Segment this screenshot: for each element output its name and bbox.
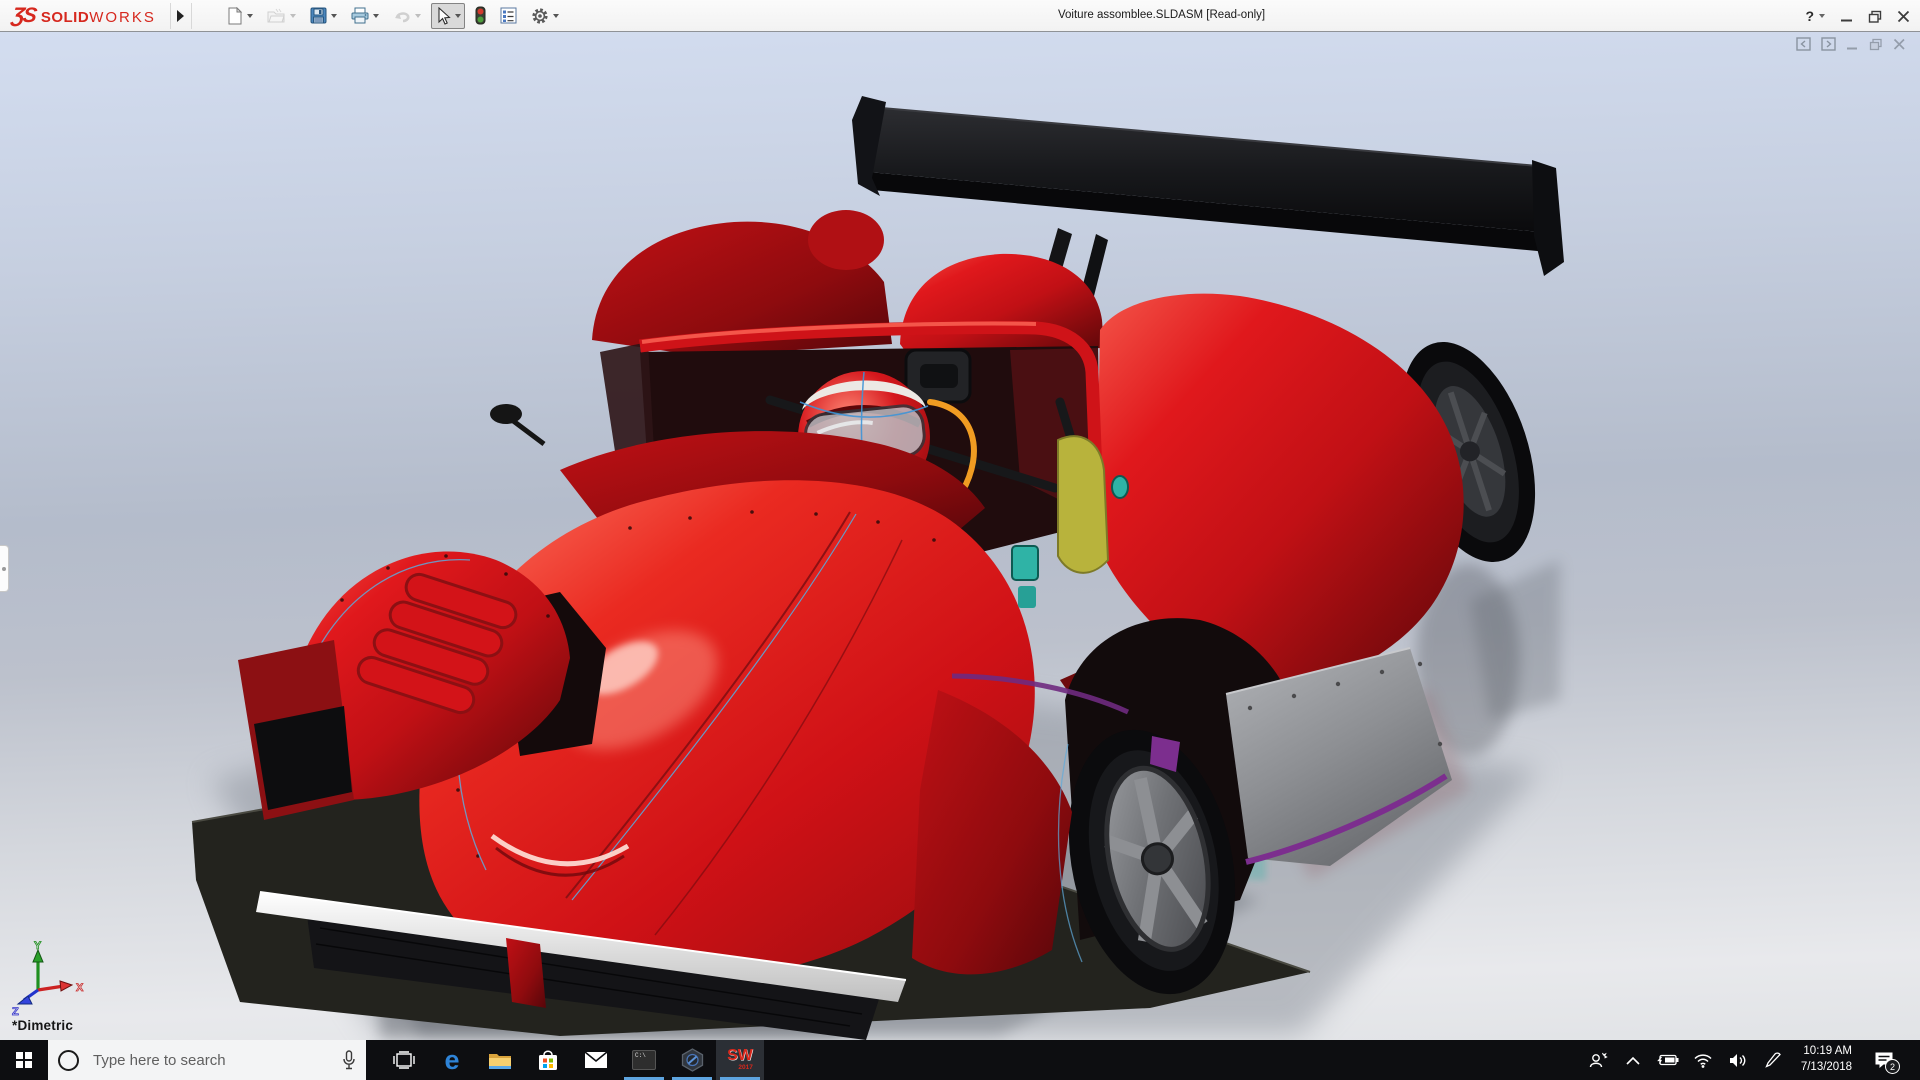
minimize-button[interactable] <box>1840 10 1853 23</box>
volume-button[interactable] <box>1725 1040 1751 1080</box>
clock-date: 7/13/2018 <box>1801 1060 1852 1076</box>
dropdown-caret-icon <box>415 14 421 18</box>
flyout-arrow-icon <box>177 10 184 22</box>
windows-logo-icon <box>16 1052 32 1068</box>
gear-icon <box>531 7 549 25</box>
graphics-viewport[interactable]: Y X Z *Dimetric <box>0 32 1920 1040</box>
save-floppy-icon <box>310 7 327 24</box>
task-view-button[interactable] <box>380 1040 428 1080</box>
save-button[interactable] <box>306 3 341 29</box>
command-prompt-icon: C:\ <box>632 1050 656 1070</box>
action-center-button[interactable]: 2 <box>1867 1040 1901 1080</box>
taskbar-app-buttons: e C:\ SW 2017 <box>380 1040 764 1080</box>
select-cursor-icon <box>435 7 451 25</box>
new-document-button[interactable] <box>222 3 257 29</box>
pen-button[interactable] <box>1760 1040 1786 1080</box>
windows-taskbar: e C:\ SW 2017 <box>0 1040 1920 1080</box>
dropdown-caret-icon[interactable] <box>373 14 379 18</box>
edge-icon: e <box>444 1047 459 1074</box>
window-controls: ? <box>1805 0 1910 32</box>
solidworks-window: ƷS SOLIDWORKS <box>0 0 1920 1080</box>
task-view-icon <box>393 1051 415 1069</box>
view-orientation-label: *Dimetric <box>12 1018 73 1033</box>
file-explorer-icon <box>488 1051 512 1070</box>
help-glyph: ? <box>1805 8 1814 24</box>
menu-flyout-button[interactable] <box>170 3 192 29</box>
taskbar-clock[interactable]: 10:19 AM 7/13/2018 <box>1801 1044 1852 1075</box>
edge-button[interactable]: e <box>428 1040 476 1080</box>
tray-expand-button[interactable] <box>1620 1040 1646 1080</box>
chevron-up-icon <box>1626 1056 1640 1065</box>
taskbar-search-box[interactable] <box>48 1040 366 1080</box>
people-button[interactable] <box>1585 1040 1611 1080</box>
file-properties-icon <box>500 7 517 24</box>
network-button[interactable] <box>1690 1040 1716 1080</box>
open-button[interactable] <box>263 3 300 29</box>
teal-detail <box>1112 476 1128 498</box>
orientation-triad: Y X Z <box>8 940 100 1018</box>
solidworks-logo: ƷS SOLIDWORKS <box>12 4 156 28</box>
battery-button[interactable] <box>1655 1040 1681 1080</box>
mail-icon <box>584 1051 608 1069</box>
dropdown-caret-icon[interactable] <box>553 14 559 18</box>
dropdown-caret-icon[interactable] <box>331 14 337 18</box>
open-folder-icon <box>267 8 286 24</box>
triad-x-label: X <box>76 982 84 994</box>
new-document-icon <box>226 7 243 25</box>
people-icon <box>1588 1051 1608 1069</box>
triad-z-label: Z <box>12 1006 19 1018</box>
mail-button[interactable] <box>572 1040 620 1080</box>
close-button[interactable] <box>1897 10 1910 23</box>
document-title: Voiture assomblee.SLDASM [Read-only] <box>1058 9 1265 21</box>
battery-charging-icon <box>1657 1054 1679 1066</box>
search-input[interactable] <box>93 1052 342 1069</box>
store-button[interactable] <box>524 1040 572 1080</box>
start-button[interactable] <box>0 1040 48 1080</box>
rebuild-button[interactable] <box>471 3 490 29</box>
notification-badge: 2 <box>1885 1059 1900 1074</box>
cortana-icon <box>58 1050 79 1071</box>
solidworks-taskbar-button[interactable]: SW 2017 <box>716 1040 764 1080</box>
dropdown-caret-icon[interactable] <box>1819 14 1825 18</box>
dropdown-caret-icon[interactable] <box>455 14 461 18</box>
command-prompt-button[interactable]: C:\ <box>620 1040 668 1080</box>
car-3d-model[interactable] <box>0 32 1920 1040</box>
pen-icon <box>1765 1052 1781 1068</box>
dropdown-caret-icon <box>290 14 296 18</box>
hex-utility-button[interactable] <box>668 1040 716 1080</box>
help-button[interactable]: ? <box>1805 8 1825 24</box>
select-button[interactable] <box>431 3 465 29</box>
quick-access-toolbar <box>222 3 563 29</box>
printer-icon <box>351 7 369 24</box>
file-explorer-button[interactable] <box>476 1040 524 1080</box>
hexagon-app-icon <box>681 1048 704 1072</box>
solidworks-logo-mark: ƷS <box>10 4 36 28</box>
traffic-light-icon <box>475 6 486 25</box>
store-icon <box>538 1049 558 1071</box>
undo-button[interactable] <box>389 3 425 29</box>
system-tray: 10:19 AM 7/13/2018 2 <box>1585 1040 1920 1080</box>
wifi-icon <box>1693 1053 1713 1068</box>
minimize-icon <box>1840 10 1853 23</box>
title-bar: ƷS SOLIDWORKS <box>0 0 1920 32</box>
close-icon <box>1897 10 1910 23</box>
options-button[interactable] <box>527 3 563 29</box>
print-button[interactable] <box>347 3 383 29</box>
dropdown-caret-icon[interactable] <box>247 14 253 18</box>
triad-y-label: Y <box>34 940 42 952</box>
restore-icon <box>1868 10 1882 23</box>
microphone-icon[interactable] <box>342 1050 356 1070</box>
file-properties-button[interactable] <box>496 3 521 29</box>
restore-button[interactable] <box>1868 10 1882 23</box>
clock-time: 10:19 AM <box>1801 1044 1852 1060</box>
undo-arrow-icon <box>393 8 411 24</box>
solidworks-2017-icon: SW 2017 <box>727 1048 753 1072</box>
speaker-icon <box>1729 1053 1747 1068</box>
